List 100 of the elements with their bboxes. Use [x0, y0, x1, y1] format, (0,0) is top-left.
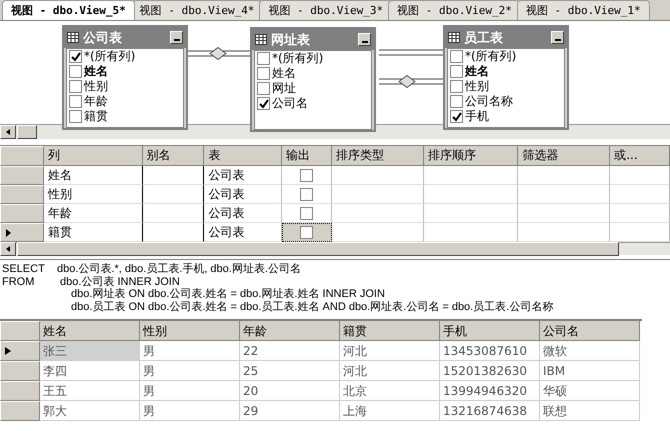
- scroll-thumb[interactable]: [17, 242, 619, 256]
- table-cell: 25: [240, 361, 340, 381]
- column-header[interactable]: 排序顺序: [424, 146, 518, 166]
- sql-editor[interactable]: SELECT dbo.公司表.*, dbo.员工表.手机, dbo.网址表.公司名 FROM dbo.公司表 INNER JOIN dbo.网址表 ON dbo.公司表.姓名 = dbo.网址表.姓名 INNER JOIN dbo.员工表 ON dbo.公司表.姓名 = dbo.员工表.姓名 AND dbo.网址表.公司名 = dbo.员工表.公司名称: [0, 259, 670, 315]
- table-cell: 公司表: [204, 204, 282, 223]
- column-name: 性别: [84, 79, 108, 94]
- sql-text: dbo.公司表.*, dbo.员工表.手机, dbo.网址表.公司名: [57, 263, 301, 276]
- checkbox[interactable]: [300, 168, 314, 182]
- minimize-button[interactable]: [358, 33, 371, 46]
- table-cell: [142, 185, 204, 204]
- column-name: 网址: [272, 81, 296, 96]
- table-cell: 15201382630: [440, 361, 540, 381]
- checkbox[interactable]: [257, 67, 270, 80]
- column-header[interactable]: 排序类型: [332, 146, 424, 166]
- table-cell: 河北: [340, 341, 440, 361]
- column-header[interactable]: 籍贯: [340, 321, 440, 341]
- scroll-left-button[interactable]: [0, 125, 16, 139]
- sql-keyword: SELECT: [2, 263, 46, 276]
- checkbox[interactable]: [69, 95, 82, 108]
- column-name: 公司名: [272, 96, 308, 111]
- column-header[interactable]: 别名: [142, 146, 204, 166]
- minimize-button[interactable]: [551, 31, 564, 44]
- table-cell: 29: [240, 401, 340, 421]
- table-cell: 联想: [540, 401, 640, 421]
- horizontal-scrollbar[interactable]: [0, 242, 670, 255]
- column-header[interactable]: 性别: [140, 321, 240, 341]
- table-cell: 张三: [40, 341, 140, 361]
- scroll-left-button[interactable]: [0, 242, 16, 256]
- sql-text: dbo.公司表 INNER JOIN: [59, 276, 180, 288]
- scroll-thumb[interactable]: [17, 125, 37, 139]
- checkbox[interactable]: [69, 50, 82, 63]
- column-name: 性别: [465, 79, 489, 94]
- row-header[interactable]: [0, 341, 40, 361]
- column-header[interactable]: 筛选器: [518, 146, 610, 166]
- table-cell: 性别: [44, 185, 143, 204]
- checkbox[interactable]: [300, 188, 314, 200]
- sql-text: dbo.员工表 ON dbo.公司表.姓名 = dbo.员工表.姓名 AND dbo.网址表.公司名 = dbo.员工表.公司名称: [70, 300, 554, 313]
- table-cell: 年龄: [44, 204, 143, 223]
- checkbox[interactable]: [450, 95, 463, 108]
- column-name: 姓名: [84, 64, 108, 79]
- checkbox[interactable]: [69, 65, 82, 78]
- checkbox[interactable]: [69, 80, 82, 93]
- column-name: 籍贯: [84, 109, 108, 124]
- checkbox[interactable]: [69, 110, 82, 123]
- table-cell: 男: [140, 361, 240, 381]
- table-cell: 公司表: [204, 166, 282, 185]
- table-box[interactable]: 员工表 *(所有列) 姓名 性别 公司名称 手机: [443, 25, 569, 130]
- table-title: 网址表: [271, 32, 311, 48]
- minimize-button[interactable]: [170, 31, 183, 44]
- table-box[interactable]: 公司表 *(所有列) 姓名 性别 年龄 籍贯: [62, 25, 188, 130]
- document-tab[interactable]: 视图 - dbo.View_2*: [388, 0, 521, 20]
- checkbox[interactable]: [450, 110, 463, 123]
- row-header[interactable]: [0, 223, 44, 242]
- table-title: 公司表: [83, 30, 123, 46]
- table-cell: 男: [140, 341, 240, 361]
- column-header[interactable]: 输出: [282, 146, 332, 166]
- column-header[interactable]: 公司名: [540, 321, 640, 341]
- table-cell: 李四: [40, 361, 140, 381]
- column-header[interactable]: 年龄: [240, 321, 340, 341]
- table-cell: 公司表: [204, 185, 282, 204]
- checkbox[interactable]: [450, 80, 463, 93]
- document-tab[interactable]: 视图 - dbo.View_5*: [2, 0, 135, 20]
- table-cell: 河北: [340, 361, 440, 381]
- checkbox[interactable]: [300, 206, 314, 220]
- grid-icon: [255, 34, 267, 45]
- row-pointer-icon: [4, 346, 12, 356]
- column-header[interactable]: 或...: [610, 146, 670, 166]
- column-header[interactable]: 姓名: [40, 321, 140, 341]
- join-line[interactable]: [379, 49, 443, 56]
- column-header[interactable]: 列: [44, 146, 143, 166]
- table-title: 员工表: [464, 30, 504, 46]
- table-cell: 姓名: [44, 166, 143, 185]
- table-cell: 北京: [340, 381, 440, 401]
- checkbox[interactable]: [257, 82, 270, 95]
- column-name: 姓名: [465, 64, 489, 79]
- table-box[interactable]: 网址表 *(所有列) 姓名 网址 公司名: [250, 27, 376, 132]
- column-name: 姓名: [272, 66, 296, 81]
- column-name: 手机: [465, 109, 489, 124]
- row-pointer-icon: [4, 228, 12, 238]
- table-cell: 上海: [340, 401, 440, 421]
- table-cell: 13994946320: [440, 381, 540, 401]
- table-cell: 微软: [540, 341, 640, 361]
- table-cell: 20: [240, 381, 340, 401]
- sql-text: dbo.网址表 ON dbo.公司表.姓名 = dbo.网址表.姓名 INNER JOIN: [70, 288, 385, 300]
- column-name: 公司名称: [465, 94, 513, 109]
- checkbox[interactable]: [450, 50, 463, 63]
- column-header[interactable]: 手机: [440, 321, 540, 341]
- table-cell: 华硕: [540, 381, 640, 401]
- column-header[interactable]: 表: [204, 146, 282, 166]
- checkbox[interactable]: [300, 226, 314, 238]
- document-tab[interactable]: 视图 - dbo.View_1*: [516, 0, 650, 20]
- table-cell: 男: [140, 401, 240, 421]
- column-name: *(所有列): [465, 49, 516, 64]
- table-cell: 男: [140, 381, 240, 401]
- checkbox[interactable]: [257, 97, 270, 110]
- checkbox[interactable]: [257, 52, 270, 65]
- join-line[interactable]: [379, 75, 443, 88]
- join-line[interactable]: [186, 47, 250, 60]
- checkbox[interactable]: [450, 65, 463, 78]
- column-name: *(所有列): [272, 51, 324, 66]
